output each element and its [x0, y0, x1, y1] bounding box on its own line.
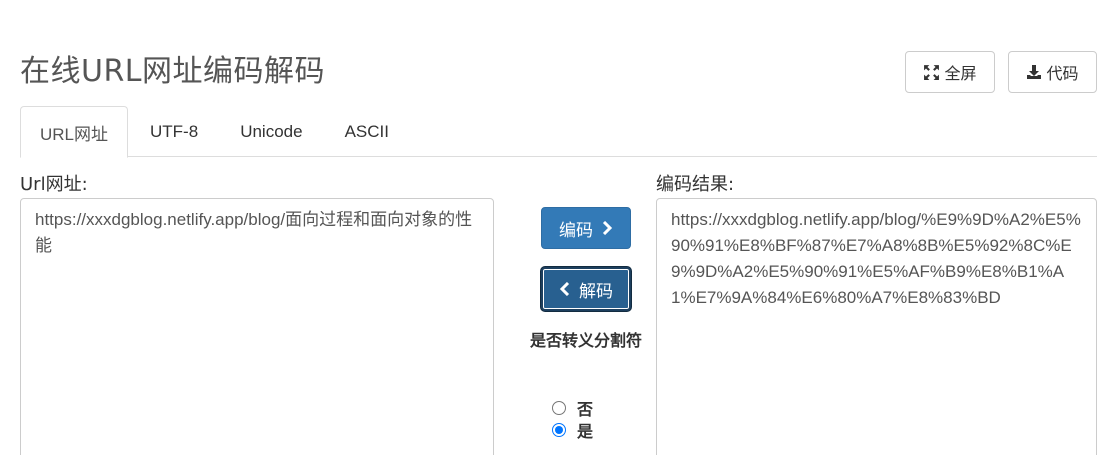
escape-separator-title: 是否转义分割符 [530, 331, 643, 350]
tab-url-label: URL网址 [40, 124, 109, 144]
code-label: 代码 [1046, 64, 1079, 83]
tab-bar: URL网址 UTF-8 Unicode ASCII [20, 106, 1097, 158]
fullscreen-label: 全屏 [944, 64, 977, 83]
tab-url[interactable]: URL网址 [20, 106, 129, 158]
radio-no-label: 否 [577, 400, 594, 419]
page-title: 在线URL网址编码解码 [20, 54, 326, 89]
tab-utf8-label: UTF-8 [150, 121, 199, 141]
tab-ascii[interactable]: ASCII [324, 106, 410, 157]
encode-button[interactable]: 编码 [541, 207, 631, 249]
encoded-output[interactable]: https://xxxdgblog.netlify.app/blog/%E9%9… [656, 198, 1097, 455]
code-button[interactable]: 代码 [1008, 51, 1097, 93]
chevron-right-icon [601, 221, 613, 235]
expand-icon [923, 64, 940, 81]
decode-button[interactable]: 解码 [541, 267, 631, 311]
download-icon [1026, 64, 1042, 80]
url-input[interactable]: https://xxxdgblog.netlify.app/blog/面向过程和… [20, 198, 494, 455]
input-label: Url网址: [20, 174, 88, 195]
encode-label: 编码 [559, 220, 593, 241]
decode-label: 解码 [579, 281, 613, 302]
radio-yes-label: 是 [577, 422, 594, 441]
tab-utf8[interactable]: UTF-8 [128, 106, 219, 157]
tab-unicode-label: Unicode [240, 121, 303, 141]
tab-unicode[interactable]: Unicode [219, 106, 323, 157]
chevron-left-icon [559, 282, 571, 296]
radio-yes[interactable] [552, 423, 566, 437]
tab-ascii-label: ASCII [344, 121, 389, 141]
output-label: 编码结果: [656, 174, 735, 195]
escape-option-yes[interactable]: 是 [552, 418, 593, 442]
radio-no[interactable] [552, 401, 566, 415]
escape-option-no[interactable]: 否 [552, 396, 593, 420]
fullscreen-button[interactable]: 全屏 [905, 51, 995, 93]
